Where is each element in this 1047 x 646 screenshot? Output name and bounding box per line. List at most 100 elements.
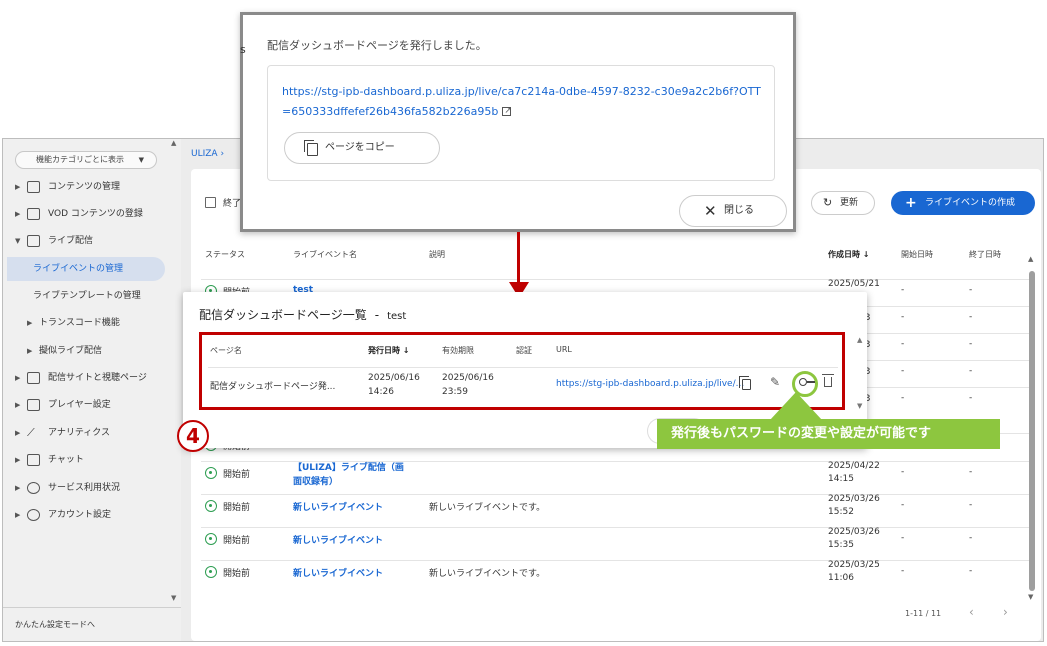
copy-page-button[interactable]: ページをコピー bbox=[284, 132, 440, 164]
close-button-label: 閉じる bbox=[724, 205, 754, 216]
scroll-up-icon[interactable]: ▲ bbox=[171, 139, 176, 147]
category-select[interactable]: 機能カテゴリごとに表示 ▼ bbox=[15, 151, 157, 169]
created-time: 15:35 bbox=[828, 540, 854, 550]
status-cell: 開始前 bbox=[223, 536, 251, 546]
issued-date: 2025/06/16 bbox=[368, 373, 420, 383]
start-cell: - bbox=[901, 467, 905, 477]
start-cell: - bbox=[901, 500, 905, 510]
end-cell: - bbox=[969, 566, 973, 576]
sidebar-item-player[interactable]: ▶ プレイヤー設定 bbox=[3, 393, 181, 417]
chevron-right-icon: ▶ bbox=[15, 429, 21, 437]
column-header-created-label: 作成日時 bbox=[828, 250, 860, 259]
table-scroll-down-icon[interactable]: ▼ bbox=[1028, 593, 1033, 601]
chevron-left-icon[interactable]: ‹ bbox=[969, 605, 974, 619]
event-name: test bbox=[387, 311, 407, 322]
column-header-issued-label: 発行日時 bbox=[368, 346, 400, 355]
end-cell: - bbox=[969, 500, 973, 510]
player-icon bbox=[27, 399, 40, 411]
copy-icon[interactable] bbox=[739, 376, 751, 390]
simple-mode-link[interactable]: かんたん設定モードへ bbox=[3, 607, 181, 641]
live-event-name-link[interactable]: 新しいライブイベント bbox=[293, 500, 383, 513]
step-number-badge: 4 bbox=[177, 420, 209, 452]
chevron-right-icon: ▶ bbox=[15, 401, 21, 409]
end-cell: - bbox=[969, 366, 973, 376]
chevron-right-icon: ▶ bbox=[15, 183, 21, 191]
description-cell: 新しいライブイベントです。 bbox=[429, 569, 546, 579]
sidebar-item-label: コンテンツの管理 bbox=[48, 182, 121, 192]
refresh-button-label: 更新 bbox=[840, 198, 859, 208]
end-cell: - bbox=[969, 533, 973, 543]
table-scrollbar[interactable] bbox=[1029, 271, 1035, 591]
breadcrumb[interactable]: ULIZA › bbox=[191, 149, 224, 159]
sidebar-item-vod[interactable]: ▶ VOD コンテンツの登録 bbox=[3, 202, 181, 226]
show-ended-checkbox[interactable] bbox=[205, 197, 216, 208]
dialog-scroll-down-icon[interactable]: ▼ bbox=[857, 402, 862, 410]
chevron-right-icon[interactable]: › bbox=[1003, 605, 1008, 619]
dialog-title-text: 配信ダッシュボードページ一覧 bbox=[199, 308, 367, 322]
close-button[interactable]: ✕ 閉じる bbox=[679, 195, 787, 227]
refresh-button[interactable]: ↻ 更新 bbox=[811, 191, 875, 215]
live-event-name-link[interactable]: 面収録有） bbox=[293, 474, 338, 487]
column-header-name: ライブイベント名 bbox=[293, 250, 357, 259]
contents-icon bbox=[27, 181, 40, 193]
open-in-new-icon[interactable] bbox=[502, 101, 512, 121]
sidebar-item-contents[interactable]: ▶ コンテンツの管理 bbox=[3, 175, 181, 199]
issued-time: 14:26 bbox=[368, 387, 394, 397]
red-arrow-line bbox=[517, 232, 520, 284]
sidebar-item-analytics[interactable]: ▶ ⟋ アナリティクス bbox=[3, 421, 181, 445]
sidebar-item-sites[interactable]: ▶ 配信サイトと視聴ページ bbox=[3, 366, 181, 390]
tip-pointer bbox=[770, 392, 822, 420]
dashboard-url-text: https://stg-ipb-dashboard.p.uliza.jp/liv… bbox=[282, 85, 761, 118]
sidebar-item-transcode[interactable]: ▶ トランスコード機能 bbox=[3, 311, 181, 335]
created-time: 11:06 bbox=[828, 573, 854, 583]
highlighted-table: ページ名 発行日時 ↓ 有効期限 認証 URL 配信ダッシュボードページ発...… bbox=[199, 332, 845, 410]
title-separator: - bbox=[374, 308, 380, 322]
scroll-down-icon[interactable]: ▼ bbox=[171, 594, 176, 602]
sidebar-item-label: トランスコード機能 bbox=[39, 318, 120, 328]
created-time: 15:52 bbox=[828, 507, 854, 517]
dashboard-url-cell[interactable]: https://stg-ipb-dashboard.p.uliza.jp/liv… bbox=[556, 379, 744, 389]
chevron-down-icon: ▼ bbox=[15, 237, 21, 245]
edit-icon[interactable]: ✎ bbox=[770, 375, 780, 389]
created-time: 14:15 bbox=[828, 474, 854, 484]
sidebar-item-label: サービス利用状況 bbox=[48, 483, 121, 493]
status-cell: 開始前 bbox=[223, 569, 251, 579]
pagination-range: 1-11 / 11 bbox=[905, 609, 942, 618]
create-live-event-label: ライブイベントの作成 bbox=[925, 198, 1016, 208]
description-cell: 新しいライブイベントです。 bbox=[429, 503, 546, 513]
live-event-name-link[interactable]: 新しいライブイベント bbox=[293, 533, 383, 546]
key-icon bbox=[799, 378, 815, 386]
sidebar-item-chat[interactable]: ▶ チャット bbox=[3, 448, 181, 472]
sidebar-item-live-templates[interactable]: ライブテンプレートの管理 bbox=[3, 284, 181, 308]
vod-icon bbox=[27, 208, 40, 220]
live-event-name-link[interactable]: 新しいライブイベント bbox=[293, 566, 383, 579]
column-header-desc: 説明 bbox=[429, 250, 445, 259]
dashboard-url-link[interactable]: https://stg-ipb-dashboard.p.uliza.jp/liv… bbox=[282, 82, 764, 122]
usage-icon bbox=[27, 482, 40, 494]
sidebar-item-usage[interactable]: ▶ サービス利用状況 bbox=[3, 476, 181, 500]
sidebar-item-live[interactable]: ▼ ライブ配信 bbox=[3, 229, 181, 253]
sidebar-item-label: アカウント設定 bbox=[48, 510, 112, 520]
table-scroll-up-icon[interactable]: ▲ bbox=[1028, 255, 1033, 263]
column-header-issued[interactable]: 発行日時 ↓ bbox=[368, 345, 410, 356]
dialog-scroll-up-icon[interactable]: ▲ bbox=[857, 336, 862, 344]
sidebar-item-label: ライブ配信 bbox=[48, 236, 94, 246]
column-header-created[interactable]: 作成日時 ↓ bbox=[828, 249, 870, 260]
sidebar-item-label: チャット bbox=[48, 455, 84, 465]
sidebar-item-live-events[interactable]: ライブイベントの管理 bbox=[7, 257, 165, 281]
expires-date: 2025/06/16 bbox=[442, 373, 494, 383]
start-cell: - bbox=[901, 566, 905, 576]
start-cell: - bbox=[901, 533, 905, 543]
dashboard-issued-dialog: s 配信ダッシュボードページを発行しました。 https://stg-ipb-d… bbox=[240, 12, 796, 232]
arrow-down-icon: ↓ bbox=[862, 250, 870, 259]
sidebar-item-pseudo-live[interactable]: ▶ 擬似ライブ配信 bbox=[3, 339, 181, 363]
create-live-event-button[interactable]: + ライブイベントの作成 bbox=[891, 191, 1035, 215]
chat-icon bbox=[27, 454, 40, 466]
live-event-name-link[interactable]: 【ULIZA】ライブ配信（画 bbox=[293, 460, 404, 473]
status-check-icon bbox=[205, 500, 217, 512]
created-date: 2025/03/26 bbox=[828, 527, 880, 537]
delete-icon[interactable] bbox=[822, 374, 834, 387]
sidebar-item-account[interactable]: ▶ アカウント設定 bbox=[3, 503, 181, 527]
chevron-right-icon: ▶ bbox=[27, 319, 33, 327]
status-cell: 開始前 bbox=[223, 470, 251, 480]
